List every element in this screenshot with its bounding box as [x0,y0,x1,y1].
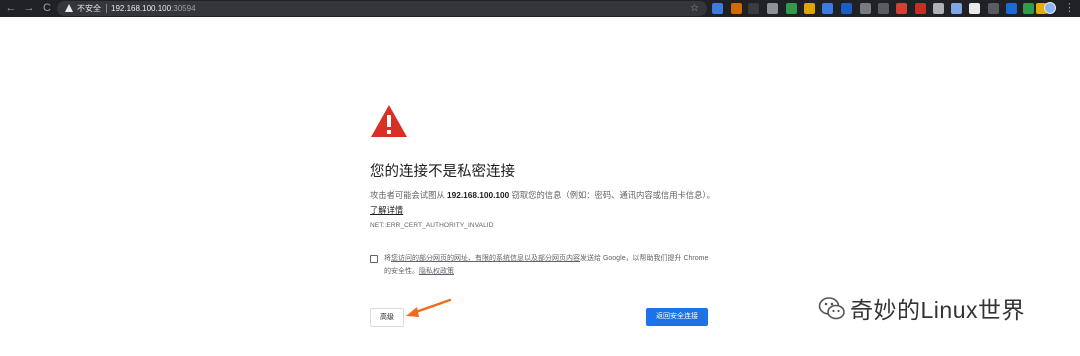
extension-icon[interactable] [822,3,833,14]
back-button[interactable]: ← [4,0,18,17]
extension-icon[interactable] [786,3,797,14]
wechat-icon [818,297,845,320]
annotation-arrow-icon [406,298,452,317]
warning-icon[interactable] [65,4,73,12]
optin-prefix: 将 [384,255,391,262]
advanced-button[interactable]: 高级 [370,308,404,327]
divider [106,4,107,13]
extension-icon[interactable] [878,3,889,14]
extension-icon[interactable] [896,3,907,14]
error-code: NET::ERR_CERT_AUTHORITY_INVALID [370,222,494,229]
explanation-text: 攻击者可能会试图从 192.168.100.100 窃取您的信息（例如：密码、通… [370,188,715,218]
watermark-text: 奇妙的Linux世界 [850,297,1025,323]
extension-icon[interactable] [1023,3,1034,14]
extension-icon[interactable] [804,3,815,14]
optin-details-link[interactable]: 您访问的部分网页的网址、有限的系统信息以及部分网页内容 [391,255,580,262]
extension-icon[interactable] [731,3,742,14]
extension-icon[interactable] [915,3,926,14]
extension-icon[interactable] [969,3,980,14]
star-icon[interactable]: ☆ [690,1,699,16]
explanation-suffix: 窃取您的信息（例如：密码、通讯内容或信用卡信息）。 [509,190,715,200]
extension-icon[interactable] [767,3,778,14]
explanation-prefix: 攻击者可能会试图从 [370,190,447,200]
back-to-safety-button[interactable]: 返回安全连接 [646,308,708,326]
address-bar[interactable]: 不安全 192.168.100.100:30594 ☆ [57,1,707,16]
security-label[interactable]: 不安全 [77,2,101,15]
browser-toolbar: ← → C 不安全 192.168.100.100:30594 ☆ ⋮ [0,0,1080,17]
extension-icon[interactable] [748,3,759,14]
extension-icon[interactable] [1006,3,1017,14]
extension-icon[interactable] [933,3,944,14]
page-title: 您的连接不是私密连接 [370,164,515,180]
privacy-policy-link[interactable]: 隐私权政策 [419,268,454,275]
extension-icon[interactable] [712,3,723,14]
explanation-host: 192.168.100.100 [446,190,510,200]
profile-avatar[interactable] [1044,2,1056,14]
learn-more-link[interactable]: 了解详情 [370,205,403,215]
menu-icon[interactable]: ⋮ [1064,0,1075,17]
url-text[interactable]: 192.168.100.100:30594 [111,2,196,15]
optin-text: 将您访问的部分网页的网址、有限的系统信息以及部分网页内容发送给 Google，以… [384,252,714,278]
url-port: :30594 [171,4,196,13]
warning-triangle-icon [371,105,407,137]
reload-button[interactable]: C [40,0,54,17]
extension-icon[interactable] [841,3,852,14]
report-checkbox[interactable] [370,255,378,263]
extension-icon[interactable] [988,3,999,14]
extension-icon[interactable] [951,3,962,14]
url-host: 192.168.100.100 [111,4,172,13]
forward-button[interactable]: → [22,0,36,17]
extension-icon[interactable] [860,3,871,14]
